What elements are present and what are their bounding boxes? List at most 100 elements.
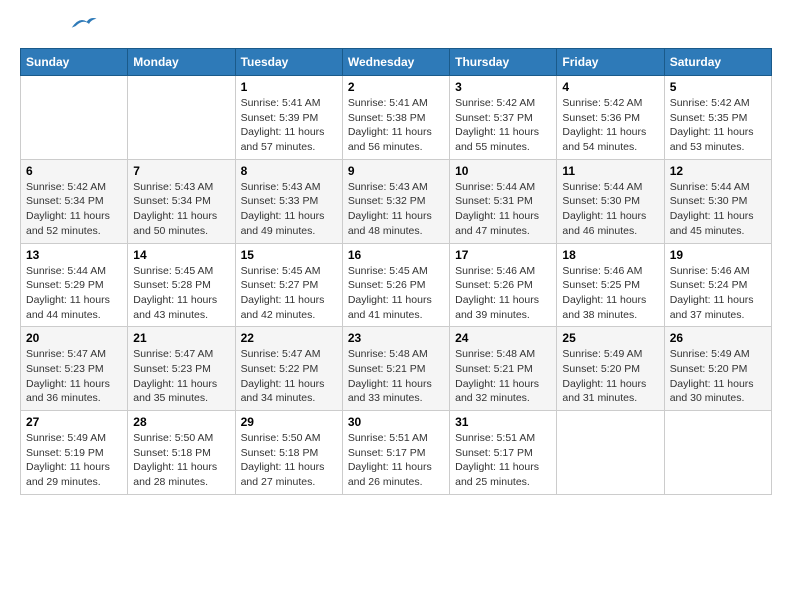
calendar-cell: 20 Sunrise: 5:47 AMSunset: 5:23 PMDayligh… (21, 327, 128, 411)
day-number: 28 (133, 415, 229, 429)
calendar-cell: 28 Sunrise: 5:50 AMSunset: 5:18 PMDayligh… (128, 411, 235, 495)
day-number: 9 (348, 164, 444, 178)
calendar-cell: 22Sunrise: 5:47 AMSunset: 5:22 PMDayligh… (235, 327, 342, 411)
calendar-cell: 29 Sunrise: 5:50 AMSunset: 5:18 PMDayligh… (235, 411, 342, 495)
logo (20, 20, 98, 32)
calendar-cell: 14 Sunrise: 5:45 AMSunset: 5:28 PMDayligh… (128, 243, 235, 327)
weekday-header: Thursday (450, 49, 557, 76)
calendar-cell: 11 Sunrise: 5:44 AMSunset: 5:30 PMDayligh… (557, 159, 664, 243)
calendar-cell: 15 Sunrise: 5:45 AMSunset: 5:27 PMDayligh… (235, 243, 342, 327)
day-number: 19 (670, 248, 766, 262)
calendar-cell: 19 Sunrise: 5:46 AMSunset: 5:24 PMDayligh… (664, 243, 771, 327)
cell-info: Sunrise: 5:43 AMSunset: 5:34 PMDaylight:… (133, 180, 229, 239)
day-number: 29 (241, 415, 337, 429)
weekday-header: Wednesday (342, 49, 449, 76)
cell-info: Sunrise: 5:46 AMSunset: 5:26 PMDaylight:… (455, 264, 551, 323)
cell-info: Sunrise: 5:44 AMSunset: 5:30 PMDaylight:… (562, 180, 658, 239)
calendar-cell: 13 Sunrise: 5:44 AMSunset: 5:29 PMDayligh… (21, 243, 128, 327)
calendar-cell: 18Sunrise: 5:46 AMSunset: 5:25 PMDayligh… (557, 243, 664, 327)
day-number: 7 (133, 164, 229, 178)
day-number: 14 (133, 248, 229, 262)
calendar-cell: 21Sunrise: 5:47 AMSunset: 5:23 PMDayligh… (128, 327, 235, 411)
calendar-cell (664, 411, 771, 495)
calendar-body: 1Sunrise: 5:41 AMSunset: 5:39 PMDaylight… (21, 76, 772, 495)
weekday-header: Sunday (21, 49, 128, 76)
calendar-cell: 7 Sunrise: 5:43 AMSunset: 5:34 PMDaylight… (128, 159, 235, 243)
weekday-header: Friday (557, 49, 664, 76)
calendar-cell: 23 Sunrise: 5:48 AMSunset: 5:21 PMDayligh… (342, 327, 449, 411)
calendar-cell: 27 Sunrise: 5:49 AMSunset: 5:19 PMDayligh… (21, 411, 128, 495)
cell-info: Sunrise: 5:41 AMSunset: 5:38 PMDaylight:… (348, 96, 444, 155)
cell-info: Sunrise: 5:47 AMSunset: 5:23 PMDaylight:… (26, 347, 122, 406)
calendar-week-row: 6Sunrise: 5:42 AMSunset: 5:34 PMDaylight… (21, 159, 772, 243)
calendar-cell: 5Sunrise: 5:42 AMSunset: 5:35 PMDaylight… (664, 76, 771, 160)
day-number: 22 (241, 331, 337, 345)
day-number: 18 (562, 248, 658, 262)
calendar-week-row: 13 Sunrise: 5:44 AMSunset: 5:29 PMDayligh… (21, 243, 772, 327)
calendar-table: SundayMondayTuesdayWednesdayThursdayFrid… (20, 48, 772, 495)
calendar-cell: 30 Sunrise: 5:51 AMSunset: 5:17 PMDayligh… (342, 411, 449, 495)
day-number: 6 (26, 164, 122, 178)
day-number: 5 (670, 80, 766, 94)
cell-info: Sunrise: 5:42 AMSunset: 5:37 PMDaylight:… (455, 96, 551, 155)
calendar-week-row: 27 Sunrise: 5:49 AMSunset: 5:19 PMDayligh… (21, 411, 772, 495)
day-number: 20 (26, 331, 122, 345)
cell-info: Sunrise: 5:46 AMSunset: 5:24 PMDaylight:… (670, 264, 766, 323)
cell-info: Sunrise: 5:49 AMSunset: 5:20 PMDaylight:… (562, 347, 658, 406)
calendar-cell: 26Sunrise: 5:49 AMSunset: 5:20 PMDayligh… (664, 327, 771, 411)
cell-info: Sunrise: 5:44 AMSunset: 5:30 PMDaylight:… (670, 180, 766, 239)
calendar-cell: 9 Sunrise: 5:43 AMSunset: 5:32 PMDaylight… (342, 159, 449, 243)
weekday-header: Saturday (664, 49, 771, 76)
day-number: 17 (455, 248, 551, 262)
day-number: 8 (241, 164, 337, 178)
day-number: 15 (241, 248, 337, 262)
calendar-cell: 16 Sunrise: 5:45 AMSunset: 5:26 PMDayligh… (342, 243, 449, 327)
day-number: 24 (455, 331, 551, 345)
calendar-cell: 25Sunrise: 5:49 AMSunset: 5:20 PMDayligh… (557, 327, 664, 411)
day-number: 3 (455, 80, 551, 94)
cell-info: Sunrise: 5:45 AMSunset: 5:27 PMDaylight:… (241, 264, 337, 323)
calendar-cell (21, 76, 128, 160)
cell-info: Sunrise: 5:50 AMSunset: 5:18 PMDaylight:… (241, 431, 337, 490)
calendar-cell: 8 Sunrise: 5:43 AMSunset: 5:33 PMDaylight… (235, 159, 342, 243)
cell-info: Sunrise: 5:44 AMSunset: 5:31 PMDaylight:… (455, 180, 551, 239)
calendar-cell: 12Sunrise: 5:44 AMSunset: 5:30 PMDayligh… (664, 159, 771, 243)
day-number: 11 (562, 164, 658, 178)
calendar-week-row: 20 Sunrise: 5:47 AMSunset: 5:23 PMDayligh… (21, 327, 772, 411)
cell-info: Sunrise: 5:45 AMSunset: 5:26 PMDaylight:… (348, 264, 444, 323)
cell-info: Sunrise: 5:44 AMSunset: 5:29 PMDaylight:… (26, 264, 122, 323)
calendar-cell: 10 Sunrise: 5:44 AMSunset: 5:31 PMDayligh… (450, 159, 557, 243)
cell-info: Sunrise: 5:43 AMSunset: 5:33 PMDaylight:… (241, 180, 337, 239)
cell-info: Sunrise: 5:49 AMSunset: 5:20 PMDaylight:… (670, 347, 766, 406)
day-number: 13 (26, 248, 122, 262)
cell-info: Sunrise: 5:48 AMSunset: 5:21 PMDaylight:… (455, 347, 551, 406)
calendar-cell: 31Sunrise: 5:51 AMSunset: 5:17 PMDayligh… (450, 411, 557, 495)
header-row: SundayMondayTuesdayWednesdayThursdayFrid… (21, 49, 772, 76)
cell-info: Sunrise: 5:50 AMSunset: 5:18 PMDaylight:… (133, 431, 229, 490)
cell-info: Sunrise: 5:51 AMSunset: 5:17 PMDaylight:… (455, 431, 551, 490)
calendar-cell (557, 411, 664, 495)
weekday-header: Monday (128, 49, 235, 76)
cell-info: Sunrise: 5:42 AMSunset: 5:36 PMDaylight:… (562, 96, 658, 155)
calendar-cell: 17 Sunrise: 5:46 AMSunset: 5:26 PMDayligh… (450, 243, 557, 327)
page-header (20, 20, 772, 32)
cell-info: Sunrise: 5:48 AMSunset: 5:21 PMDaylight:… (348, 347, 444, 406)
cell-info: Sunrise: 5:43 AMSunset: 5:32 PMDaylight:… (348, 180, 444, 239)
cell-info: Sunrise: 5:45 AMSunset: 5:28 PMDaylight:… (133, 264, 229, 323)
weekday-header: Tuesday (235, 49, 342, 76)
day-number: 27 (26, 415, 122, 429)
day-number: 10 (455, 164, 551, 178)
cell-info: Sunrise: 5:51 AMSunset: 5:17 PMDaylight:… (348, 431, 444, 490)
cell-info: Sunrise: 5:41 AMSunset: 5:39 PMDaylight:… (241, 96, 337, 155)
day-number: 4 (562, 80, 658, 94)
day-number: 30 (348, 415, 444, 429)
calendar-cell: 1Sunrise: 5:41 AMSunset: 5:39 PMDaylight… (235, 76, 342, 160)
calendar-cell: 3 Sunrise: 5:42 AMSunset: 5:37 PMDaylight… (450, 76, 557, 160)
day-number: 2 (348, 80, 444, 94)
day-number: 16 (348, 248, 444, 262)
calendar-week-row: 1Sunrise: 5:41 AMSunset: 5:39 PMDaylight… (21, 76, 772, 160)
cell-info: Sunrise: 5:49 AMSunset: 5:19 PMDaylight:… (26, 431, 122, 490)
logo-bird-icon (68, 12, 98, 32)
day-number: 23 (348, 331, 444, 345)
calendar-cell (128, 76, 235, 160)
